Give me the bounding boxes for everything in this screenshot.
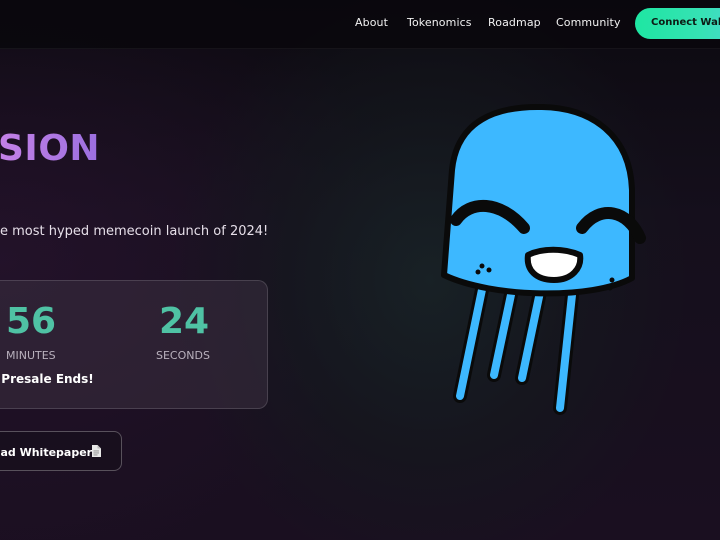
connect-wallet-button[interactable]: Connect Wallet (635, 8, 720, 39)
nav-link-community[interactable]: Community (556, 16, 621, 29)
hero-title: SION (0, 128, 101, 169)
countdown-minutes-label: MINUTES (6, 349, 56, 362)
page: About Tokenomics Roadmap Community Conne… (0, 0, 720, 540)
nav-link-roadmap[interactable]: Roadmap (488, 16, 541, 29)
jellyfish-mascot-icon (441, 103, 646, 415)
countdown-card: 56 MINUTES 24 SECONDS l Presale Ends! (0, 280, 268, 409)
countdown-seconds-value: 24 (159, 301, 210, 342)
read-whitepaper-button[interactable]: ead Whitepaper (0, 431, 122, 471)
countdown-seconds-label: SECONDS (156, 349, 210, 362)
nav-link-about[interactable]: About (355, 16, 388, 29)
top-navbar: About Tokenomics Roadmap Community Conne… (0, 0, 720, 49)
whitepaper-label: ead Whitepaper (0, 446, 93, 459)
countdown-minutes-value: 56 (6, 301, 57, 342)
countdown-caption: l Presale Ends! (0, 372, 94, 386)
document-icon (92, 445, 101, 457)
hero-tagline: e most hyped memecoin launch of 2024! (0, 224, 269, 239)
nav-link-tokenomics[interactable]: Tokenomics (407, 16, 472, 29)
